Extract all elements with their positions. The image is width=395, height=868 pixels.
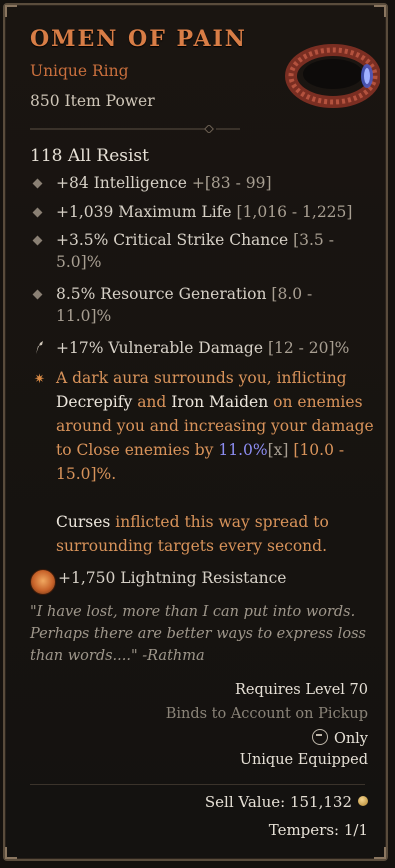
header-divider [30,125,240,133]
ring-image [285,44,380,108]
binds-to-account: Binds to Account on Pickup [165,706,368,722]
frame-corner [374,5,386,17]
affix-range: [12 - 20]% [267,339,350,357]
diamond-bullet-icon [32,235,43,246]
decrepify-keyword: Decrepify [56,393,133,411]
legendary-text: A dark aura surrounds you, inflicting [56,369,347,387]
diamond-bullet-icon [32,178,43,189]
frame-corner [374,847,386,859]
multiplier-tag: [x] [267,441,289,459]
item-name: OMEN OF PAIN [30,26,247,52]
unique-equipped: Unique Equipped [239,752,368,768]
affix-range: +[83 - 99] [191,174,272,192]
necromancer-class-icon [311,729,328,745]
tempered-affix: +1,750 Lightning Resistance [58,569,287,587]
curses-keyword: Curses [56,513,111,531]
sell-value: Sell Value: 151,132 [205,793,368,811]
affix-range: [1,016 - 1,225] [236,203,353,221]
footer-divider [30,784,365,785]
legendary-text: on [273,393,293,411]
affix-vulnerable-damage: +17% Vulnerable Damage [12 - 20]% [34,337,356,359]
affix-value: +84 Intelligence [56,174,187,192]
affix-maximum-life: +1,039 Maximum Life [1,016 - 1,225] [32,201,356,223]
affix-resource-generation: 8.5% Resource Generation [8.0 - 11.0]% [32,283,356,327]
sell-value-label: Sell Value: 151,132 [204,793,352,811]
affix-value: +3.5% Critical Strike Chance [56,231,289,249]
lightning-resistance-icon [30,569,56,595]
frame-corner [5,5,17,17]
affix-critical-strike: +3.5% Critical Strike Chance [3.5 - 5.0]… [32,229,356,273]
class-only-label: Only [333,731,368,747]
required-level: Requires Level 70 [235,682,368,698]
vulnerable-icon [36,341,43,354]
tempers-count: Tempers: 1/1 [268,821,368,839]
diamond-bullet-icon [32,207,43,218]
affix-value: +17% Vulnerable Damage [56,339,263,357]
flavor-text: "I have lost, more than I can put into w… [30,604,366,664]
legendary-text: and [137,393,167,411]
affix-intelligence: +84 Intelligence +[83 - 99] [32,172,356,194]
gold-coin-icon [358,796,368,806]
frame-corner [5,847,17,859]
iron-maiden-keyword: Iron Maiden [171,393,269,411]
legendary-value: 11.0% [218,441,268,459]
diamond-bullet-icon [32,289,43,300]
affix-value: 8.5% Resource Generation [56,285,267,303]
legendary-power: A dark aura surrounds you, inflicting De… [30,366,375,558]
implicit-all-resist: 118 All Resist [30,146,149,166]
affix-value: +1,039 Maximum Life [56,203,232,221]
item-power: 850 Item Power [30,92,155,110]
item-type: Unique Ring [30,62,129,80]
class-restriction: Only [311,729,368,747]
